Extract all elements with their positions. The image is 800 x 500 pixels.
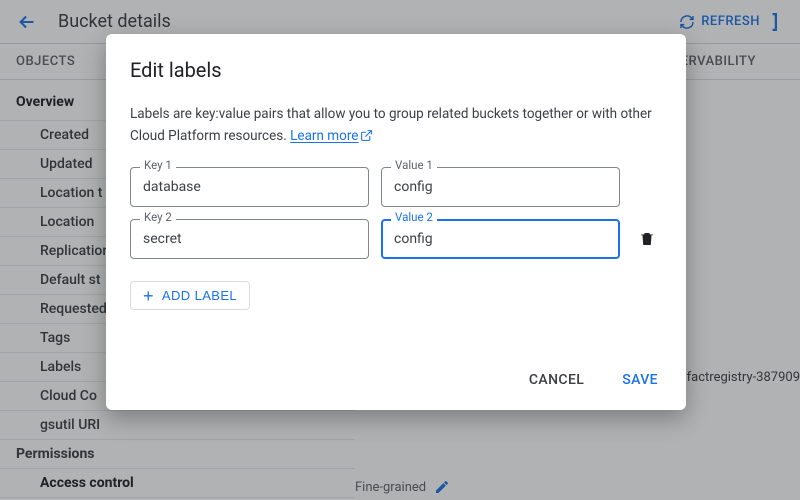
label-row: Key 2 Value 2: [130, 219, 662, 259]
dialog-title: Edit labels: [130, 58, 662, 82]
learn-more-link[interactable]: Learn more: [290, 128, 358, 144]
key-field: Key 1: [130, 167, 369, 207]
external-link-icon: [360, 129, 373, 142]
key-float-label: Key 1: [140, 160, 176, 172]
labels-grid: Key 1 Value 1 Key 2 Value 2: [130, 167, 662, 259]
save-button[interactable]: SAVE: [618, 366, 662, 394]
value-input[interactable]: [381, 167, 620, 207]
dialog-actions: CANCEL SAVE: [130, 366, 662, 394]
label-row: Key 1 Value 1: [130, 167, 662, 207]
value-input[interactable]: [381, 219, 620, 259]
key-input[interactable]: [130, 167, 369, 207]
cancel-button[interactable]: CANCEL: [525, 366, 588, 394]
value-float-label: Value 1: [391, 160, 437, 172]
trash-icon[interactable]: [632, 230, 662, 248]
add-label-text: ADD LABEL: [162, 288, 237, 303]
value-field: Value 2: [381, 219, 620, 259]
key-float-label: Key 2: [140, 212, 176, 224]
value-float-label: Value 2: [391, 212, 437, 224]
add-label-button[interactable]: + ADD LABEL: [130, 281, 250, 310]
dialog-description: Labels are key:value pairs that allow yo…: [130, 104, 662, 147]
edit-labels-dialog: Edit labels Labels are key:value pairs t…: [106, 34, 686, 410]
value-field: Value 1: [381, 167, 620, 207]
key-input[interactable]: [130, 219, 369, 259]
key-field: Key 2: [130, 219, 369, 259]
